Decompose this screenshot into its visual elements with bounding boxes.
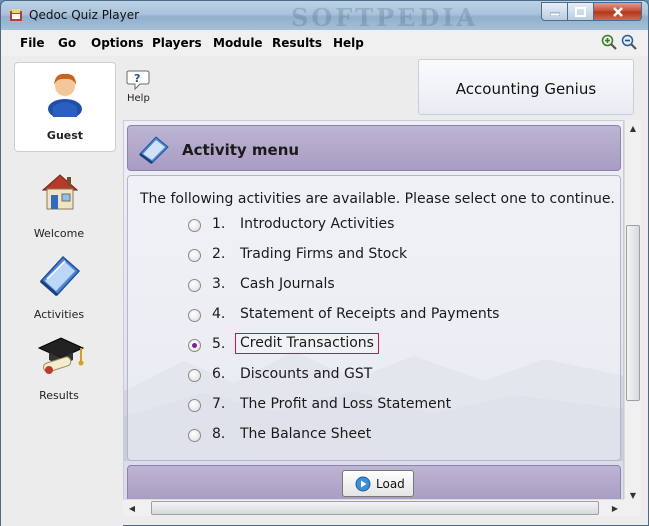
option-label[interactable]: Credit Transactions	[235, 333, 379, 354]
zoom-in-icon[interactable]	[601, 34, 617, 50]
activity-option[interactable]: 8. The Balance Sheet	[188, 424, 508, 446]
vertical-scrollbar[interactable]: ▲ ▼	[624, 120, 641, 504]
menu-bar: File Go Options Players Module Results H…	[0, 30, 649, 56]
window-title: Qedoc Quiz Player	[29, 8, 140, 22]
title-bar: Qedoc Quiz Player SOFTPEDIA	[0, 0, 649, 32]
activity-option[interactable]: 6. Discounts and GST	[188, 364, 508, 386]
sidebar: Guest Welcome Activities Results	[1, 56, 123, 526]
option-number: 2.	[212, 246, 226, 262]
activity-option[interactable]: 4. Statement of Receipts and Payments	[188, 304, 508, 326]
radio-button[interactable]	[188, 219, 201, 232]
module-title: Accounting Genius	[455, 80, 597, 98]
option-label[interactable]: Introductory Activities	[240, 216, 394, 232]
user-avatar-icon	[48, 73, 82, 117]
app-icon	[10, 9, 22, 21]
sidebar-item-welcome[interactable]: Welcome	[15, 170, 103, 240]
close-button[interactable]	[593, 2, 642, 21]
scroll-right-icon[interactable]: ▶	[608, 501, 622, 515]
play-icon	[355, 476, 371, 492]
menu-results[interactable]: Results	[272, 36, 322, 50]
minimize-button[interactable]	[541, 2, 568, 21]
option-label[interactable]: Statement of Receipts and Payments	[240, 306, 499, 322]
main-area: Guest Welcome Activities Results ? Help …	[0, 56, 649, 526]
radio-button[interactable]	[188, 399, 201, 412]
option-number: 1.	[212, 216, 226, 232]
load-button[interactable]: Load	[342, 470, 414, 497]
close-icon	[612, 6, 623, 17]
sidebar-item-label: Activities	[33, 308, 85, 321]
module-title-panel: Accounting Genius	[418, 59, 634, 115]
activity-option[interactable]: 2. Trading Firms and Stock	[188, 244, 508, 266]
radio-button[interactable]	[188, 249, 201, 262]
horizontal-scroll-thumb[interactable]	[151, 501, 599, 515]
maximize-icon	[575, 6, 586, 17]
option-label[interactable]: The Profit and Loss Statement	[240, 396, 451, 412]
radio-button[interactable]	[188, 369, 201, 382]
scroll-up-icon[interactable]: ▲	[626, 121, 640, 135]
menu-go[interactable]: Go	[58, 36, 76, 50]
option-number: 8.	[212, 426, 226, 442]
radio-button[interactable]	[188, 279, 201, 292]
option-label[interactable]: The Balance Sheet	[240, 426, 371, 442]
svg-text:?: ?	[134, 72, 140, 85]
activity-option[interactable]: 3. Cash Journals	[188, 274, 508, 296]
zoom-out-icon[interactable]	[621, 34, 637, 50]
horizontal-scrollbar[interactable]: ◀ ▶	[123, 499, 624, 516]
menu-options[interactable]: Options	[91, 36, 144, 50]
watermark-text: SOFTPEDIA	[291, 3, 479, 32]
user-panel[interactable]: Guest	[14, 62, 116, 152]
option-label[interactable]: Discounts and GST	[240, 366, 372, 382]
activity-list-panel: The following activities are available. …	[127, 175, 621, 461]
activity-option[interactable]: 7. The Profit and Loss Statement	[188, 394, 508, 416]
scroll-left-icon[interactable]: ◀	[125, 501, 139, 515]
radio-button-selected[interactable]	[188, 339, 201, 352]
option-number: 4.	[212, 306, 226, 322]
sidebar-item-results[interactable]: Results	[15, 332, 103, 402]
house-icon	[41, 174, 79, 210]
graduation-cap-icon	[37, 337, 85, 374]
load-button-label: Load	[376, 477, 405, 491]
help-icon: ?	[126, 70, 150, 91]
menu-file[interactable]: File	[20, 36, 45, 50]
help-button[interactable]: ? Help	[125, 68, 155, 108]
content-area: Activity menu The following activities a…	[123, 120, 624, 504]
menu-help[interactable]: Help	[333, 36, 364, 50]
radio-button[interactable]	[188, 309, 201, 322]
activity-header-title: Activity menu	[182, 141, 300, 159]
menu-players[interactable]: Players	[152, 36, 202, 50]
resize-grip[interactable]	[624, 499, 641, 516]
activity-header: Activity menu	[127, 125, 621, 171]
book-icon	[139, 136, 169, 164]
option-number: 5.	[212, 336, 226, 352]
activity-intro-text: The following activities are available. …	[140, 191, 615, 207]
menu-module[interactable]: Module	[213, 36, 263, 50]
option-label[interactable]: Trading Firms and Stock	[240, 246, 407, 262]
activity-option[interactable]: 1. Introductory Activities	[188, 214, 508, 236]
help-label: Help	[127, 93, 150, 104]
sidebar-item-label: Results	[39, 389, 79, 402]
book-icon	[39, 255, 81, 297]
minimize-icon	[549, 12, 560, 16]
activity-option-selected[interactable]: 5. Credit Transactions	[188, 333, 508, 356]
activity-footer: Load	[127, 465, 621, 502]
maximize-button[interactable]	[567, 2, 594, 21]
option-number: 7.	[212, 396, 226, 412]
option-number: 3.	[212, 276, 226, 292]
user-label: Guest	[46, 129, 84, 142]
option-number: 6.	[212, 366, 226, 382]
sidebar-item-label: Welcome	[33, 227, 85, 240]
option-label[interactable]: Cash Journals	[240, 276, 335, 292]
radio-button[interactable]	[188, 429, 201, 442]
sidebar-item-activities[interactable]: Activities	[15, 251, 103, 321]
vertical-scroll-thumb[interactable]	[626, 225, 640, 401]
